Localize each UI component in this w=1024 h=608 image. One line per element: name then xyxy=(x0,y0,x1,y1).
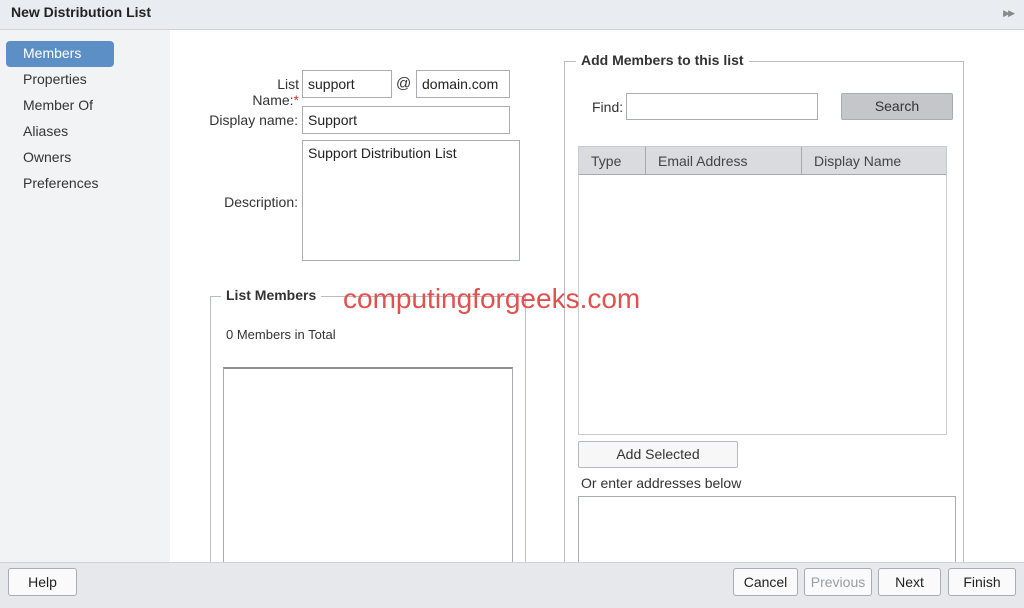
sidebar-item-label: Preferences xyxy=(23,175,99,191)
column-display-name[interactable]: Display Name xyxy=(802,147,948,175)
list-name-input[interactable]: support xyxy=(302,70,392,98)
find-label: Find: xyxy=(592,99,624,115)
sidebar-item-properties[interactable]: Properties xyxy=(6,67,114,93)
window-title: New Distribution List xyxy=(11,4,151,20)
sidebar-item-label: Member Of xyxy=(23,97,94,113)
search-button[interactable]: Search xyxy=(841,93,953,120)
enter-addresses-text: Or enter addresses below xyxy=(581,475,742,491)
sidebar-item-label: Owners xyxy=(23,149,72,165)
finish-button[interactable]: Finish xyxy=(948,568,1016,596)
column-email-address[interactable]: Email Address xyxy=(646,147,802,175)
next-button[interactable]: Next xyxy=(878,568,941,596)
cancel-button[interactable]: Cancel xyxy=(733,568,798,596)
description-label: Description: xyxy=(224,194,298,210)
members-list[interactable] xyxy=(223,367,513,587)
list-name-label: List Name:* xyxy=(228,76,299,108)
watermark-text: computingforgeeks.com xyxy=(343,283,641,314)
members-count: 0 Members in Total xyxy=(226,327,336,342)
add-members-legend: Add Members to this list xyxy=(576,52,749,68)
display-name-input[interactable]: Support xyxy=(302,106,510,134)
sidebar-item-owners[interactable]: Owners xyxy=(6,145,114,171)
grid-header: Type Email Address Display Name xyxy=(579,147,946,175)
display-name-label: Display name: xyxy=(209,112,298,128)
double-chevron-right-icon[interactable]: ▶▶ xyxy=(1003,8,1015,19)
sidebar-item-aliases[interactable]: Aliases xyxy=(6,119,114,145)
sidebar-item-members[interactable]: Members xyxy=(6,41,114,67)
sidebar: Members Properties Member Of Aliases Own… xyxy=(0,30,170,562)
at-sign: @ xyxy=(396,75,412,92)
sidebar-item-preferences[interactable]: Preferences xyxy=(6,171,114,197)
previous-button[interactable]: Previous xyxy=(804,568,872,596)
sidebar-item-label: Properties xyxy=(23,71,87,87)
add-members-panel: Add Members to this list Find: Search Ty… xyxy=(564,52,964,576)
required-mark: * xyxy=(293,92,299,108)
list-members-legend: List Members xyxy=(221,287,322,303)
title-bar: New Distribution List ▶▶ xyxy=(0,0,1024,30)
list-members-panel: List Members 0 Members in Total xyxy=(210,287,526,587)
find-input[interactable] xyxy=(626,93,818,120)
domain-input[interactable]: domain.com xyxy=(416,70,510,98)
sidebar-item-label: Aliases xyxy=(23,123,69,139)
list-name-label-text: List Name: xyxy=(252,76,299,108)
description-textarea[interactable]: Support Distribution List xyxy=(302,140,520,261)
sidebar-item-member-of[interactable]: Member Of xyxy=(6,93,114,119)
footer-bar: Help Cancel Previous Next Finish xyxy=(0,562,1024,608)
column-type[interactable]: Type xyxy=(579,147,646,175)
help-button[interactable]: Help xyxy=(8,568,77,596)
sidebar-item-label: Members xyxy=(23,45,82,61)
add-selected-button[interactable]: Add Selected xyxy=(578,441,738,468)
addresses-textarea[interactable] xyxy=(578,496,956,572)
